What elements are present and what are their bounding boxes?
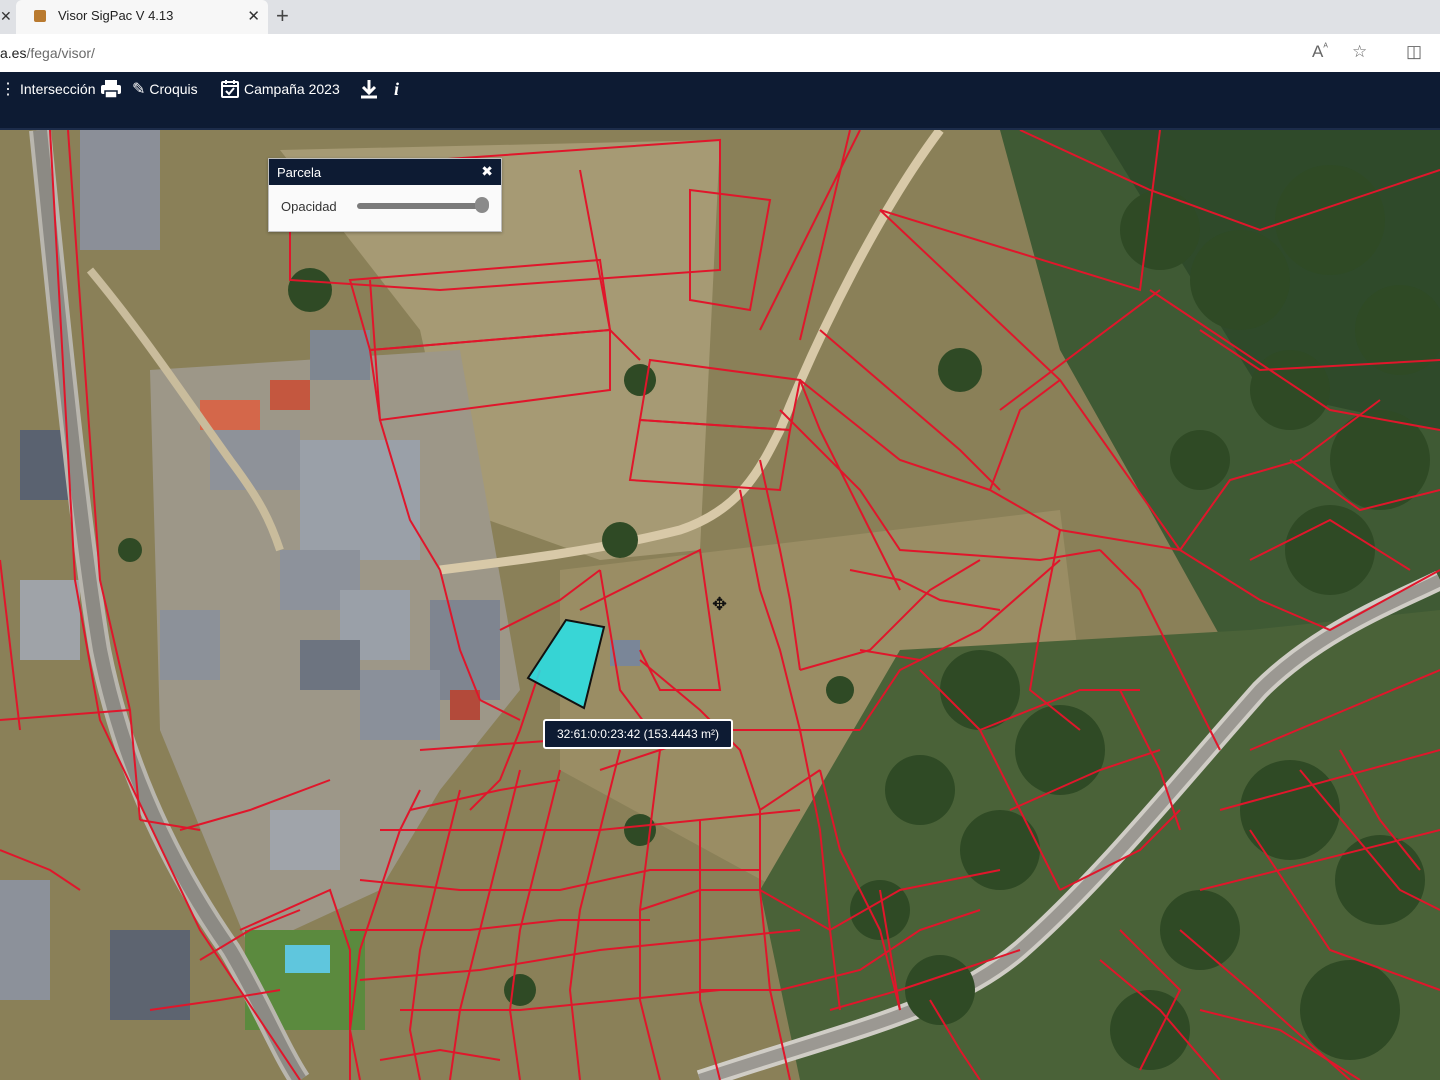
move-cursor-icon: ✥ bbox=[712, 594, 728, 614]
new-tab-icon[interactable]: + bbox=[276, 4, 289, 28]
opacity-slider-thumb[interactable] bbox=[475, 197, 489, 213]
print-icon bbox=[101, 80, 121, 99]
url-text[interactable]: a.es/fega/visor/ bbox=[0, 45, 95, 61]
campana-label: Campaña 2023 bbox=[244, 81, 340, 97]
url-host: a.es bbox=[0, 45, 27, 61]
download-button[interactable] bbox=[360, 78, 378, 100]
pencil-icon: ✎ bbox=[132, 81, 146, 98]
info-button[interactable]: i bbox=[394, 78, 399, 100]
building bbox=[300, 440, 420, 560]
browser-tab-strip: ✕ Visor SigPac V 4.13 ✕ + bbox=[0, 0, 1440, 34]
read-aloud-icon[interactable]: Aᴬ bbox=[1312, 42, 1328, 62]
interseccion-label: Intersección bbox=[20, 81, 96, 97]
close-tab-icon[interactable]: ✕ bbox=[247, 7, 260, 25]
parcel-tooltip-text: 32:61:0:0:23:42 (153.4443 m²) bbox=[556, 727, 720, 741]
address-bar[interactable]: a.es/fega/visor/ Aᴬ ☆ ◫ bbox=[0, 34, 1440, 73]
building bbox=[300, 640, 360, 690]
building bbox=[160, 610, 220, 680]
opacity-slider-track[interactable] bbox=[357, 203, 485, 209]
url-path: /fega/visor/ bbox=[26, 45, 95, 61]
building bbox=[20, 580, 80, 660]
app-toolbar: ⋮ Intersección ✎ Croquis Campaña 2023 i bbox=[0, 72, 1440, 130]
building-red-roof bbox=[270, 380, 310, 410]
building-red-roof bbox=[450, 690, 480, 720]
building bbox=[0, 880, 50, 1000]
building bbox=[210, 430, 300, 490]
favicon-icon bbox=[34, 10, 46, 22]
browser-tab[interactable]: Visor SigPac V 4.13 ✕ bbox=[16, 0, 268, 34]
campana-button[interactable]: Campaña 2023 bbox=[220, 78, 340, 100]
download-icon bbox=[361, 80, 377, 99]
opacity-label: Opacidad bbox=[281, 199, 337, 214]
croquis-label: Croquis bbox=[149, 81, 198, 97]
building bbox=[360, 670, 440, 740]
favorite-star-icon[interactable]: ☆ bbox=[1352, 42, 1367, 62]
building bbox=[430, 600, 500, 700]
interseccion-button[interactable]: ⋮ Intersección bbox=[0, 78, 95, 100]
building bbox=[310, 330, 370, 380]
info-icon: i bbox=[394, 78, 400, 99]
calendar-check-icon bbox=[221, 80, 239, 98]
swimming-pool bbox=[285, 945, 330, 973]
parcela-panel: Parcela ✖ Opacidad bbox=[268, 158, 502, 232]
close-icon[interactable]: ✕ bbox=[0, 8, 14, 26]
tab-title: Visor SigPac V 4.13 bbox=[58, 8, 174, 23]
croquis-button[interactable]: ✎ Croquis bbox=[132, 78, 198, 100]
building bbox=[80, 130, 160, 250]
building bbox=[270, 810, 340, 870]
intersection-icon: ⋮ bbox=[0, 81, 16, 98]
parcel-tooltip: 32:61:0:0:23:42 (153.4443 m²) bbox=[543, 719, 733, 749]
panel-title: Parcela bbox=[277, 164, 322, 180]
close-icon[interactable]: ✖ bbox=[481, 163, 493, 180]
split-screen-icon[interactable]: ◫ bbox=[1406, 42, 1422, 62]
print-button[interactable] bbox=[100, 78, 122, 100]
panel-header: Parcela ✖ bbox=[269, 159, 501, 185]
